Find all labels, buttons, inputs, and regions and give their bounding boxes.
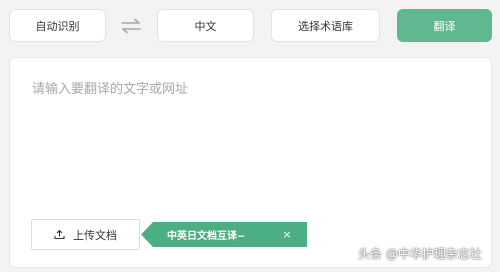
upload-document-button[interactable]: 上传文档	[31, 219, 140, 250]
upload-icon	[54, 229, 65, 240]
target-language-select[interactable]: 中文	[157, 9, 254, 42]
translation-input-panel: 上传文档 中英日文档互译~ ×	[9, 57, 492, 268]
promo-text: 中英日文档互译~	[167, 231, 246, 242]
promo-tag[interactable]: 中英日文档互译~ ×	[141, 222, 307, 247]
translate-button[interactable]: 翻译	[397, 9, 492, 42]
promo-close-icon[interactable]: ×	[279, 226, 295, 242]
termbase-select[interactable]: 选择术语库	[271, 9, 380, 42]
upload-document-label: 上传文档	[73, 228, 117, 242]
source-language-select[interactable]: 自动识别	[9, 9, 106, 42]
source-text-input[interactable]	[32, 78, 472, 198]
watermark: 头条 @中华护理杂志社	[358, 247, 482, 261]
swap-languages-icon[interactable]	[119, 15, 143, 37]
